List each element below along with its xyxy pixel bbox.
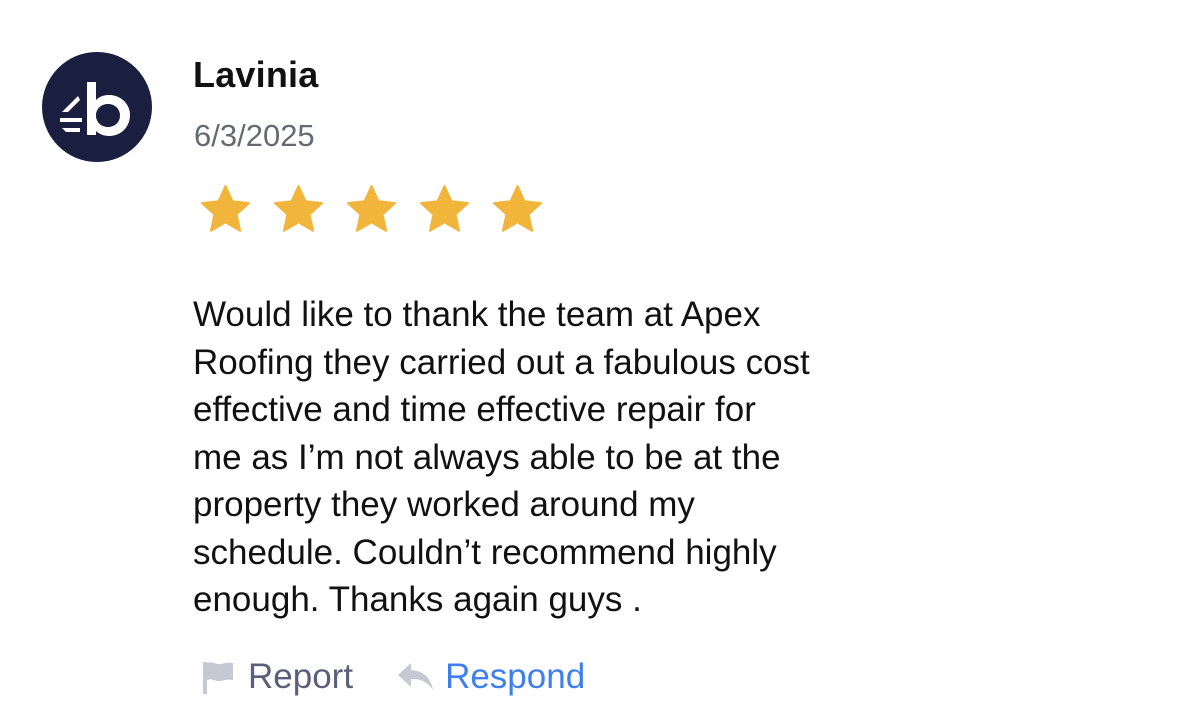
star-icon (347, 185, 396, 232)
star-icon (493, 185, 542, 232)
brand-logo-icon (60, 82, 130, 136)
review-text: Would like to thank the team at Apex Roof… (193, 291, 913, 624)
review-text-line: me as I’m not always able to be at the (193, 437, 781, 477)
star-icon (201, 185, 250, 232)
review-text-line: property they worked around my (193, 485, 695, 524)
review-text-line: effective and time effective repair for (193, 390, 756, 429)
report-label: Report (248, 657, 354, 696)
star-rating (199, 183, 544, 236)
review-text-line: schedule. Couldn’t recommend highly (193, 532, 777, 572)
review-text-line: enough. Thanks again guys . (193, 580, 642, 619)
flag-icon (203, 662, 233, 694)
respond-button[interactable]: Respond (397, 657, 585, 697)
review-actions: Report Respond (200, 652, 585, 702)
avatar (42, 52, 152, 162)
review-date: 6/3/2025 (194, 118, 315, 153)
report-button[interactable]: Report (200, 657, 353, 697)
respond-label: Respond (445, 657, 586, 696)
reply-icon (398, 663, 434, 690)
star-icon (274, 185, 323, 232)
star-icon (420, 185, 469, 232)
review-text-line: Roofing they carried out a fabulous cost (193, 342, 810, 382)
review-text-line: Would like to thank the team at Apex (193, 295, 761, 334)
reviewer-name: Lavinia (193, 54, 319, 95)
review-card: Lavinia 6/3/2025 Would like to thank the… (0, 0, 1200, 722)
